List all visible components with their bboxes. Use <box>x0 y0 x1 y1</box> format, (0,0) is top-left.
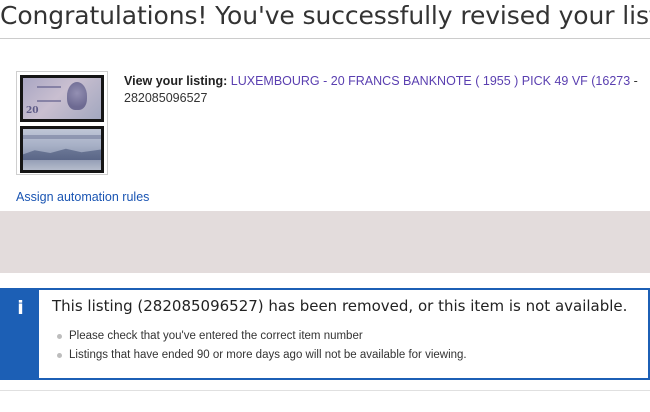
banknote-front-image: 20 <box>20 75 104 122</box>
listing-summary: View your listing: LUXEMBOURG - 20 FRANC… <box>124 73 639 107</box>
alert-hint-text: Please check that you've entered the cor… <box>69 330 363 342</box>
alert-hint-item: Please check that you've entered the cor… <box>57 327 467 346</box>
info-alert: i This listing (282085096527) has been r… <box>0 288 650 380</box>
page-title: Congratulations! You've successfully rev… <box>0 1 650 30</box>
item-number: 282085096527 <box>124 91 208 105</box>
listing-thumbnail[interactable]: 20 <box>16 71 108 175</box>
bullet-icon <box>57 334 62 339</box>
view-listing-label: View your listing: <box>124 74 228 88</box>
content-spacer-band <box>0 211 650 273</box>
listing-separator: - <box>630 74 638 88</box>
alert-hint-text: Listings that have ended 90 or more days… <box>69 349 467 361</box>
listing-title-link[interactable]: LUXEMBOURG - 20 FRANCS BANKNOTE ( 1955 )… <box>231 74 630 88</box>
banknote-back-image <box>20 126 104 173</box>
divider <box>0 390 650 391</box>
confirmation-header: Congratulations! You've successfully rev… <box>0 0 650 39</box>
alert-icon-column: i <box>2 290 39 378</box>
info-icon: i <box>17 297 24 319</box>
alert-message: This listing (282085096527) has been rem… <box>52 297 628 315</box>
portrait-icon <box>67 82 87 110</box>
page: Congratulations! You've successfully rev… <box>0 0 650 412</box>
bullet-icon <box>57 353 62 358</box>
alert-hint-list: Please check that you've entered the cor… <box>57 327 467 365</box>
banknote-denomination: 20 <box>26 106 39 116</box>
alert-hint-item: Listings that have ended 90 or more days… <box>57 346 467 365</box>
assign-automation-rules-link[interactable]: Assign automation rules <box>16 190 149 204</box>
